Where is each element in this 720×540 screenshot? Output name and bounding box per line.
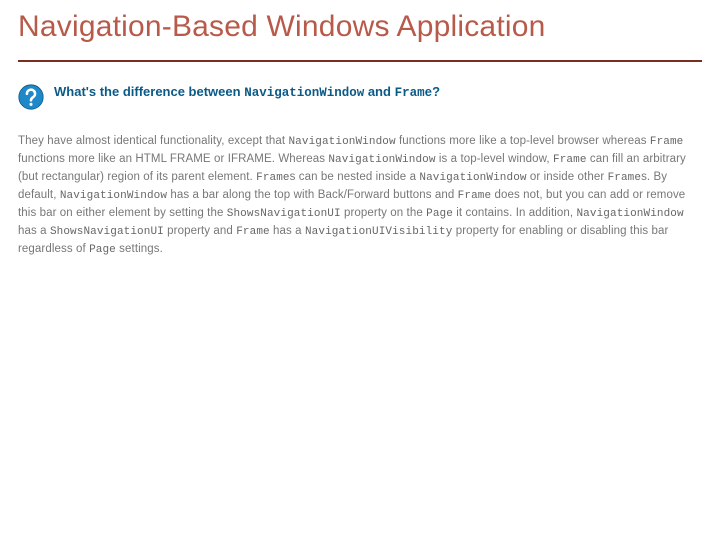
- answer-code: ShowsNavigationUI: [50, 226, 164, 238]
- answer-text: s can be nested inside a: [290, 171, 420, 183]
- faq-question: What's the difference between Navigation…: [54, 84, 440, 101]
- answer-code: Frame: [608, 172, 642, 184]
- title-underline: [18, 60, 702, 62]
- answer-code: NavigationWindow: [288, 136, 395, 148]
- answer-code: NavigationWindow: [576, 208, 683, 220]
- answer-code: Frame: [256, 172, 290, 184]
- answer-text: or inside other: [527, 171, 608, 183]
- answer-text: property on the: [341, 207, 426, 219]
- answer-code: Frame: [650, 136, 684, 148]
- question-mid: and: [364, 84, 394, 99]
- answer-code: ShowsNavigationUI: [227, 208, 341, 220]
- question-code-2: Frame: [395, 86, 433, 100]
- faq-answer: They have almost identical functionality…: [18, 133, 702, 259]
- question-code-1: NavigationWindow: [244, 86, 364, 100]
- answer-code: Page: [426, 208, 453, 220]
- answer-text: settings.: [116, 243, 163, 255]
- answer-text: has a: [18, 225, 50, 237]
- answer-code: Frame: [458, 190, 492, 202]
- answer-text: property and: [164, 225, 236, 237]
- answer-code: Page: [89, 244, 116, 256]
- answer-text: is a top-level window,: [436, 153, 553, 165]
- answer-text: has a bar along the top with Back/Forwar…: [167, 189, 458, 201]
- answer-code: NavigationWindow: [419, 172, 526, 184]
- question-suffix: ?: [432, 84, 440, 99]
- answer-code: Frame: [553, 154, 587, 166]
- answer-text: functions more like an HTML FRAME or IFR…: [18, 153, 328, 165]
- answer-text: has a: [270, 225, 305, 237]
- answer-code: NavigationUIVisibility: [305, 226, 452, 238]
- answer-code: Frame: [236, 226, 270, 238]
- faq-block: What's the difference between Navigation…: [18, 84, 702, 115]
- answer-text: it contains. In addition,: [453, 207, 577, 219]
- page-title: Navigation-Based Windows Application: [18, 10, 702, 44]
- answer-code: NavigationWindow: [328, 154, 435, 166]
- answer-code: NavigationWindow: [60, 190, 167, 202]
- question-icon: [18, 84, 44, 110]
- slide: Navigation-Based Windows Application Wha…: [0, 0, 720, 540]
- question-icon-wrap: [18, 84, 44, 115]
- answer-text: functions more like a top-level browser …: [396, 135, 650, 147]
- answer-text: They have almost identical functionality…: [18, 135, 288, 147]
- question-prefix: What's the difference between: [54, 84, 244, 99]
